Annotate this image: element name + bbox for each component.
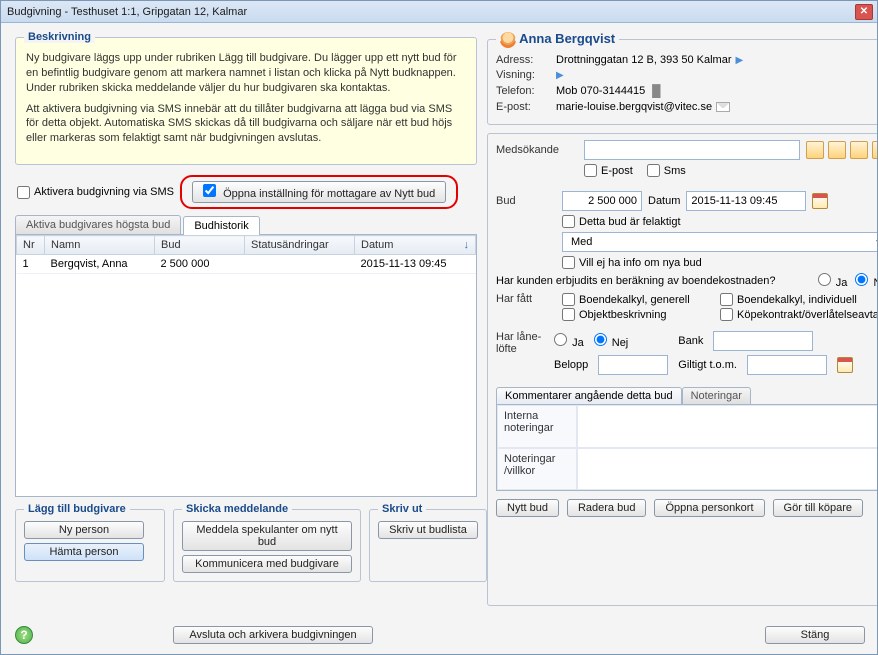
berakning-label: Har kunden erbjudits en beräkning av boe…	[496, 275, 810, 287]
arrow-icon[interactable]: ▶	[556, 70, 564, 81]
noteringar-villkor-cell[interactable]	[577, 448, 877, 491]
sort-desc-icon: ↓	[464, 239, 470, 251]
nytt-bud-button[interactable]: Nytt bud	[496, 499, 559, 517]
lane-ja-radio[interactable]: Ja	[554, 333, 584, 349]
boendekalkyl-individuell-checkbox[interactable]: Boendekalkyl, individuell	[720, 293, 877, 306]
bank-input[interactable]	[713, 331, 813, 351]
vill-ej-checkbox[interactable]: Vill ej ha info om nya bud	[562, 256, 702, 269]
send-message-group: Skicka meddelande Meddela spekulanter om…	[173, 503, 361, 582]
col-status[interactable]: Statusändringar	[245, 236, 355, 255]
table-row[interactable]: 1 Bergqvist, Anna 2 500 000 2015-11-13 0…	[17, 255, 476, 274]
radera-bud-button[interactable]: Radera bud	[567, 499, 647, 517]
notes-tabs: Kommentarer angående detta bud Noteringa…	[496, 387, 877, 405]
objektbeskrivning-checkbox[interactable]: Objektbeskrivning	[562, 308, 712, 321]
tool-icon-4[interactable]	[872, 141, 877, 159]
open-settings-button[interactable]: Öppna inställning för mottagare av Nytt …	[192, 181, 446, 203]
skriv-ut-budlista-button[interactable]: Skriv ut budlista	[378, 521, 478, 539]
phone-icon[interactable]	[649, 84, 663, 98]
window-title: Budgivning - Testhuset 1:1, Gripgatan 12…	[7, 6, 855, 18]
tab-kommentarer[interactable]: Kommentarer angående detta bud	[496, 387, 682, 404]
arrow-icon[interactable]: ▶	[736, 55, 744, 66]
tool-icon-3[interactable]	[850, 141, 868, 159]
hamta-person-button[interactable]: Hämta person	[24, 543, 144, 561]
person-phone: Mob 070-3144415	[556, 85, 645, 97]
medsokande-epost-checkbox[interactable]: E-post	[584, 164, 633, 177]
bid-detail-group: Medsökande E-post Sms Bud	[487, 133, 877, 606]
meddela-spekulanter-button[interactable]: Meddela spekulanter om nytt bud	[182, 521, 352, 551]
berakning-nej-radio[interactable]: Nej	[855, 273, 877, 289]
medsokande-sms-checkbox[interactable]: Sms	[647, 164, 686, 177]
person-email: marie-louise.bergqvist@vitec.se	[556, 101, 712, 113]
user-icon	[500, 32, 516, 48]
giltigt-input[interactable]	[747, 355, 827, 375]
tab-active-bidders[interactable]: Aktiva budgivares högsta bud	[15, 215, 181, 234]
description-para1: Ny budgivare läggs upp under rubriken Lä…	[26, 51, 466, 96]
bud-dropdown[interactable]: Med	[562, 232, 877, 252]
col-bud[interactable]: Bud	[155, 236, 245, 255]
calendar-icon[interactable]	[812, 193, 828, 209]
col-nr[interactable]: Nr	[17, 236, 45, 255]
description-legend: Beskrivning	[24, 31, 95, 43]
bud-datum-input[interactable]	[686, 191, 806, 211]
tool-icon-1[interactable]	[806, 141, 824, 159]
calendar-icon[interactable]	[837, 357, 853, 373]
interna-noteringar-label: Interna noteringar	[497, 405, 577, 448]
interna-noteringar-cell[interactable]	[577, 405, 877, 448]
description-group: Beskrivning Ny budgivare läggs upp under…	[15, 31, 477, 165]
open-settings-highlight: Öppna inställning för mottagare av Nytt …	[180, 175, 458, 209]
person-legend: Anna Bergqvist	[496, 31, 619, 48]
boendekalkyl-generell-checkbox[interactable]: Boendekalkyl, generell	[562, 293, 712, 306]
tool-icon-2[interactable]	[828, 141, 846, 159]
help-icon[interactable]: ?	[15, 626, 33, 644]
belopp-input[interactable]	[598, 355, 668, 375]
col-datum[interactable]: Datum↓	[355, 236, 476, 255]
bud-input[interactable]	[562, 191, 642, 211]
avsluta-arkivera-button[interactable]: Avsluta och arkivera budgivningen	[173, 626, 373, 644]
kommunicera-budgivare-button[interactable]: Kommunicera med budgivare	[182, 555, 352, 573]
stang-button[interactable]: Stäng	[765, 626, 865, 644]
person-address: Drottninggatan 12 B, 393 50 Kalmar	[556, 54, 732, 66]
col-namn[interactable]: Namn	[45, 236, 155, 255]
lane-nej-radio[interactable]: Nej	[594, 333, 629, 349]
bid-tabs: Aktiva budgivares högsta bud Budhistorik	[15, 215, 477, 235]
person-group: Anna Bergqvist Adress: Drottninggatan 12…	[487, 31, 877, 125]
noteringar-villkor-label: Noteringar /villkor	[497, 448, 577, 491]
oppna-personkort-button[interactable]: Öppna personkort	[654, 499, 764, 517]
activate-sms-checkbox[interactable]: Aktivera budgivning via SMS	[17, 186, 174, 199]
ny-person-button[interactable]: Ny person	[24, 521, 144, 539]
kopekontrakt-checkbox[interactable]: Köpekontrakt/överlåtelseavtal	[720, 308, 877, 321]
envelope-icon[interactable]	[716, 102, 730, 112]
tab-bid-history[interactable]: Budhistorik	[183, 216, 259, 235]
gor-till-kopare-button[interactable]: Gör till köpare	[773, 499, 863, 517]
bid-table: Nr Namn Bud Statusändringar Datum↓ 1 Ber…	[15, 235, 477, 497]
tab-noteringar[interactable]: Noteringar	[682, 387, 751, 404]
bud-felaktigt-checkbox[interactable]: Detta bud är felaktigt	[562, 215, 681, 228]
notes-grid: Interna noteringar Noteringar /villkor	[496, 405, 877, 491]
add-bidder-group: Lägg till budgivare Ny person Hämta pers…	[15, 503, 165, 582]
berakning-ja-radio[interactable]: Ja	[818, 273, 848, 289]
medsokande-input[interactable]	[584, 140, 800, 160]
close-icon[interactable]: ✕	[855, 4, 873, 20]
print-group: Skriv ut Skriv ut budlista	[369, 503, 487, 582]
description-para2: Att aktivera budgivning via SMS innebär …	[26, 102, 466, 147]
